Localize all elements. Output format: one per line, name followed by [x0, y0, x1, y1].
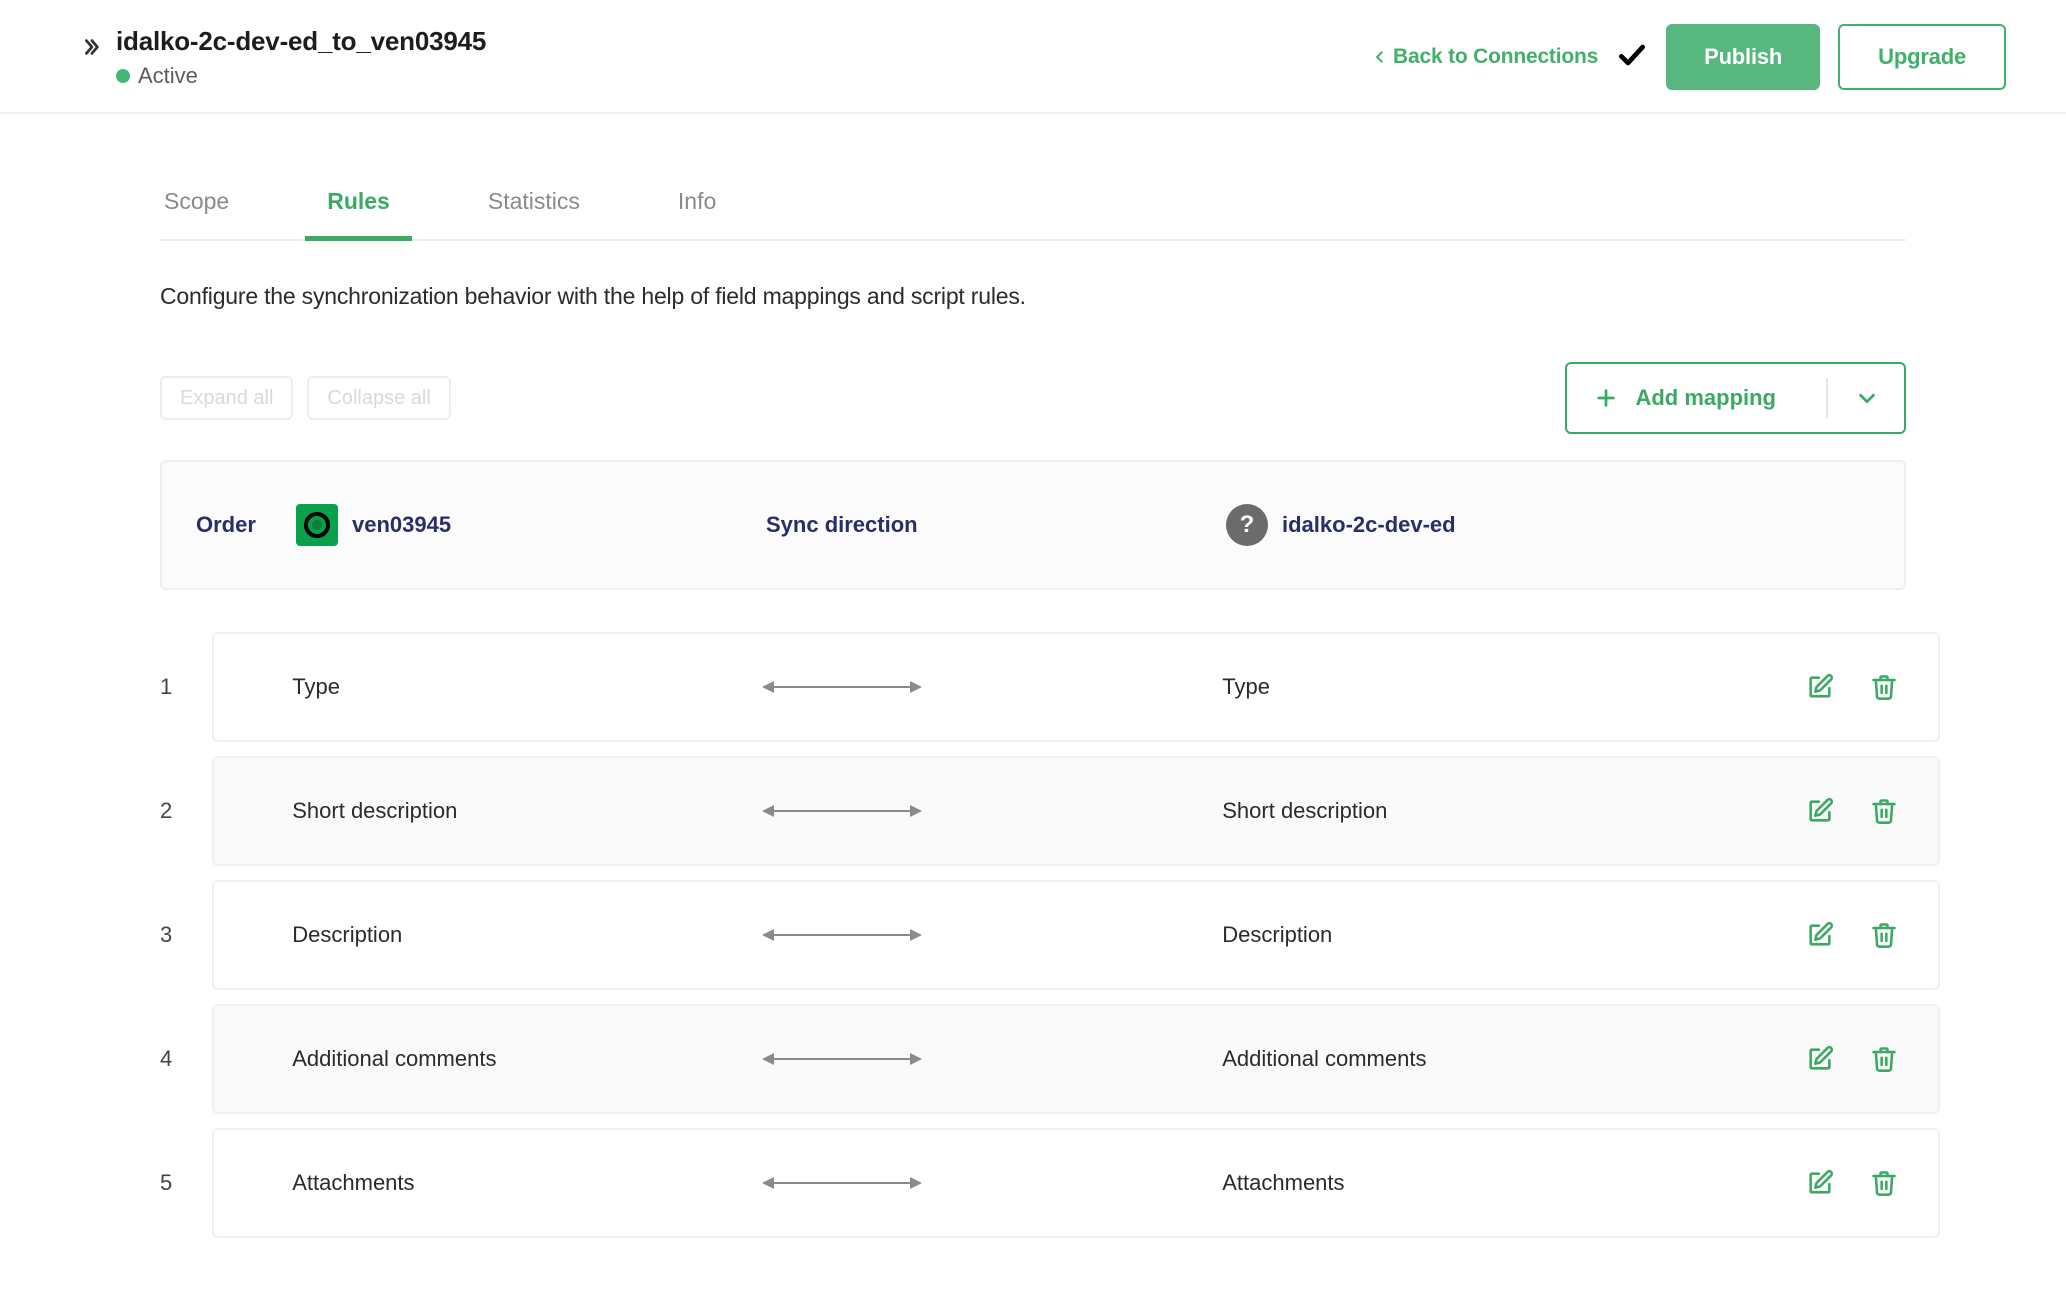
status-row: Active [116, 63, 486, 89]
header-left: idalko-2c-dev-ed_to_ven03945 Active [80, 26, 486, 89]
status-dot-icon [116, 69, 130, 83]
source-app-icon [296, 504, 338, 546]
mapping-card[interactable]: Additional comments Additional comments [212, 1004, 1940, 1114]
status-text: Active [138, 63, 198, 89]
mapping-card[interactable]: Short description Short description [212, 756, 1940, 866]
trash-icon[interactable] [1870, 673, 1898, 701]
sync-direction-arrow-icon [762, 1049, 1222, 1069]
edit-icon[interactable] [1806, 1169, 1834, 1197]
trash-icon[interactable] [1870, 1169, 1898, 1197]
mapping-rows: 1 Type Type 2 Short description Short descrip… [160, 632, 1906, 1238]
mapping-table-header: Order ven03945 Sync direction ? idalko-2… [160, 460, 1906, 590]
tabs: Scope Rules Statistics Info [160, 174, 1906, 241]
upgrade-button[interactable]: Upgrade [1838, 24, 2006, 90]
sync-direction-arrow-icon [762, 677, 1222, 697]
chevron-down-icon[interactable] [1856, 387, 1878, 409]
sync-direction-arrow-icon [762, 1173, 1222, 1193]
chevron-left-icon [1373, 50, 1387, 64]
edit-icon[interactable] [1806, 1045, 1834, 1073]
row-order: 1 [160, 674, 172, 700]
trash-icon[interactable] [1870, 1045, 1898, 1073]
target-field: Short description [1222, 798, 1682, 824]
col-target-label: idalko-2c-dev-ed [1282, 512, 1456, 538]
row-actions [1682, 921, 1902, 949]
target-field: Additional comments [1222, 1046, 1682, 1072]
row-order: 2 [160, 798, 172, 824]
tab-rules[interactable]: Rules [323, 174, 394, 239]
source-field: Description [292, 922, 762, 948]
publish-button[interactable]: Publish [1666, 24, 1820, 90]
mapping-row[interactable]: 3 Description Description [160, 880, 1906, 990]
row-actions [1682, 1169, 1902, 1197]
row-order: 3 [160, 922, 172, 948]
source-field: Additional comments [292, 1046, 762, 1072]
col-direction-label: Sync direction [766, 512, 1226, 538]
collapse-all-button[interactable]: Collapse all [307, 376, 450, 420]
source-field: Attachments [292, 1170, 762, 1196]
row-actions [1682, 1045, 1902, 1073]
mapping-row[interactable]: 2 Short description Short description [160, 756, 1906, 866]
expand-sidebar-icon[interactable] [80, 36, 102, 63]
trash-icon[interactable] [1870, 921, 1898, 949]
target-app-icon: ? [1226, 504, 1268, 546]
col-target: ? idalko-2c-dev-ed [1226, 504, 1686, 546]
back-to-connections-link[interactable]: Back to Connections [1373, 45, 1598, 69]
title-block: idalko-2c-dev-ed_to_ven03945 Active [116, 26, 486, 89]
col-source: ven03945 [296, 504, 766, 546]
target-field: Attachments [1222, 1170, 1682, 1196]
col-source-label: ven03945 [352, 512, 451, 538]
edit-icon[interactable] [1806, 797, 1834, 825]
content: Scope Rules Statistics Info Configure th… [0, 174, 2066, 1238]
page-description: Configure the synchronization behavior w… [160, 283, 1906, 310]
mapping-card[interactable]: Description Description [212, 880, 1940, 990]
tab-info[interactable]: Info [674, 174, 720, 239]
add-mapping-label: Add mapping [1631, 385, 1804, 411]
col-order-label: Order [196, 512, 296, 538]
back-label: Back to Connections [1393, 45, 1598, 69]
check-icon [1616, 39, 1648, 76]
expand-all-button[interactable]: Expand all [160, 376, 293, 420]
tab-statistics[interactable]: Statistics [484, 174, 584, 239]
page-header: idalko-2c-dev-ed_to_ven03945 Active Back… [0, 0, 2066, 114]
target-field: Type [1222, 674, 1682, 700]
row-order: 4 [160, 1046, 172, 1072]
row-actions [1682, 797, 1902, 825]
target-field: Description [1222, 922, 1682, 948]
row-order: 5 [160, 1170, 172, 1196]
divider [1826, 378, 1828, 418]
add-mapping-button[interactable]: Add mapping [1565, 362, 1906, 434]
edit-icon[interactable] [1806, 921, 1834, 949]
header-right: Back to Connections Publish Upgrade [1373, 24, 2006, 90]
source-field: Short description [292, 798, 762, 824]
controls-row: Expand all Collapse all Add mapping [160, 362, 1906, 434]
row-actions [1682, 673, 1902, 701]
plus-icon [1595, 387, 1617, 409]
mapping-row[interactable]: 1 Type Type [160, 632, 1906, 742]
mapping-card[interactable]: Attachments Attachments [212, 1128, 1940, 1238]
trash-icon[interactable] [1870, 797, 1898, 825]
mapping-row[interactable]: 4 Additional comments Additional comments [160, 1004, 1906, 1114]
source-field: Type [292, 674, 762, 700]
edit-icon[interactable] [1806, 673, 1834, 701]
sync-direction-arrow-icon [762, 925, 1222, 945]
mapping-card[interactable]: Type Type [212, 632, 1940, 742]
tab-scope[interactable]: Scope [160, 174, 233, 239]
mapping-row[interactable]: 5 Attachments Attachments [160, 1128, 1906, 1238]
page-title: idalko-2c-dev-ed_to_ven03945 [116, 26, 486, 57]
sync-direction-arrow-icon [762, 801, 1222, 821]
